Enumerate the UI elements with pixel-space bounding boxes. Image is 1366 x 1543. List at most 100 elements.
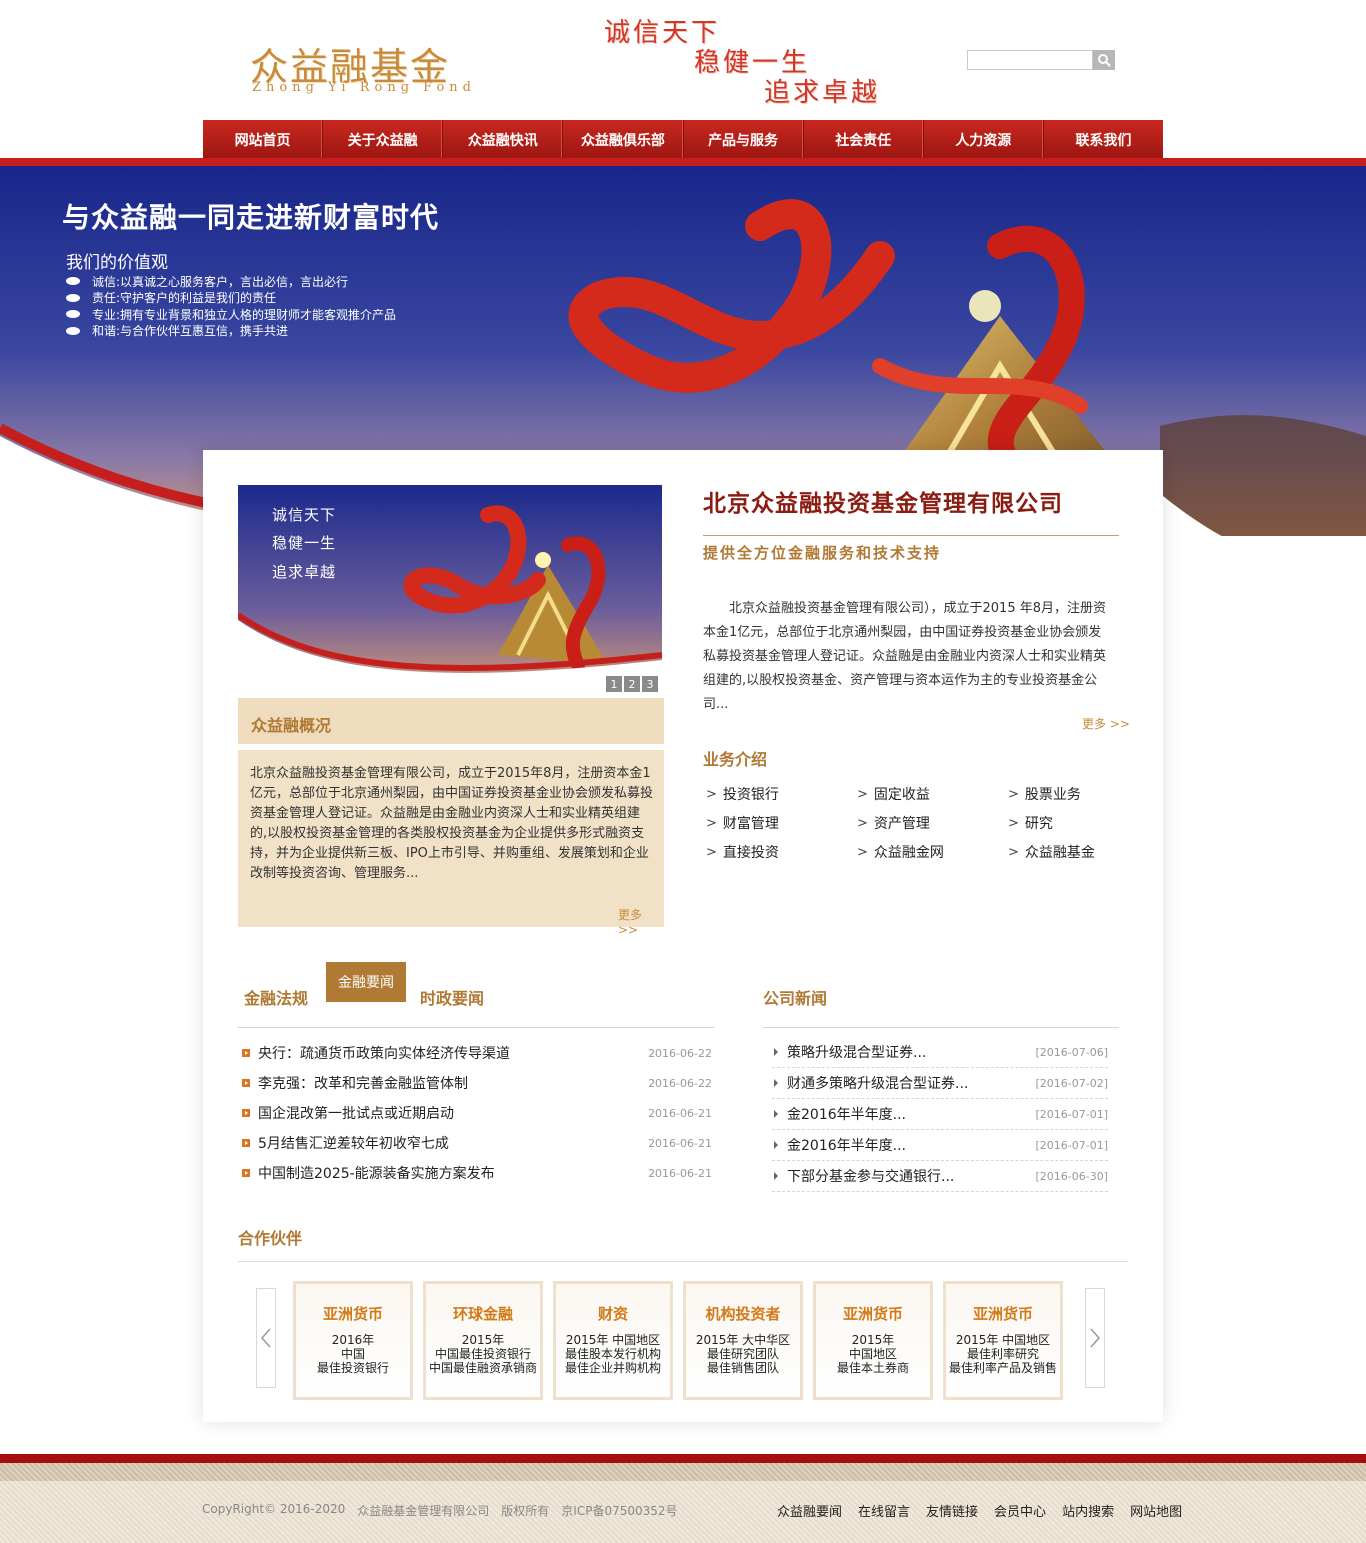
partner-card[interactable]: 机构投资者 2015年 大中华区 最佳研究团队 最佳销售团队 bbox=[683, 1281, 803, 1400]
business-item[interactable]: > 投资银行 bbox=[706, 784, 857, 804]
nav-home[interactable]: 网站首页 bbox=[203, 120, 324, 160]
nav-contact[interactable]: 联系我们 bbox=[1044, 120, 1163, 160]
chevron-right-icon: > bbox=[1008, 844, 1019, 860]
footer-link[interactable]: 众益融要闻 bbox=[777, 1501, 842, 1520]
company-more-link[interactable]: 更多 >> bbox=[1082, 715, 1130, 732]
partner-card[interactable]: 亚洲货币 2016年 中国 最佳投资银行 bbox=[293, 1281, 413, 1400]
partners-divider bbox=[238, 1261, 1128, 1262]
tab-financial-news[interactable]: 金融要闻 bbox=[326, 962, 406, 1002]
footer-link[interactable]: 会员中心 bbox=[994, 1501, 1046, 1520]
news-item[interactable]: 中国制造2025-能源装备实施方案发布 2016-06-21 bbox=[238, 1158, 716, 1188]
nav-about[interactable]: 关于众益融 bbox=[323, 120, 444, 160]
partner-line: 中国 bbox=[340, 1347, 365, 1361]
icp-number[interactable]: 京ICP备07500352号 bbox=[561, 1502, 677, 1519]
logo-subtitle: Zhong Yi Rong Fond bbox=[252, 80, 476, 95]
news-item[interactable]: 央行：疏通货币政策向实体经济传导渠道 2016-06-22 bbox=[238, 1038, 716, 1068]
partners-next-button[interactable] bbox=[1085, 1288, 1105, 1388]
triangle-right-icon bbox=[774, 1110, 778, 1118]
news-list: 央行：疏通货币政策向实体经济传导渠道 2016-06-22 李克强：改革和完善金融… bbox=[238, 1038, 716, 1188]
tab-financial-regulations[interactable]: 金融法规 bbox=[244, 985, 308, 1009]
business-item[interactable]: > 众益融基金 bbox=[1008, 842, 1116, 862]
business-label: 股票业务 bbox=[1024, 787, 1081, 803]
news-date: 2016-06-21 bbox=[648, 1136, 712, 1150]
company-news-item[interactable]: 策略升级混合型证券... [2016-07-06] bbox=[772, 1037, 1108, 1068]
company-news-item[interactable]: 金2016年半年度... [2016-07-01] bbox=[772, 1099, 1108, 1130]
partner-line: 中国最佳融资承销商 bbox=[428, 1361, 537, 1375]
footer-link[interactable]: 在线留言 bbox=[858, 1501, 910, 1520]
values-list: 诚信:以真诚之心服务客户，言出必信，言出必行 责任:守护客户的利益是我们的责任 … bbox=[66, 273, 396, 339]
chevron-right-icon: > bbox=[1008, 815, 1019, 831]
chevron-right-icon: > bbox=[857, 815, 868, 831]
company-news-date: [2016-07-02] bbox=[1035, 1076, 1108, 1090]
news-item[interactable]: 5月结售汇逆差较年初收窄七成 2016-06-21 bbox=[238, 1128, 716, 1158]
news-title: 央行：疏通货币政策向实体经济传导渠道 bbox=[258, 1046, 510, 1062]
footer-links: 众益融要闻 在线留言 友情链接 会员中心 站内搜索 网站地图 bbox=[777, 1501, 1182, 1520]
slider-page-3[interactable]: 3 bbox=[642, 676, 658, 692]
news-item[interactable]: 国企混改第一批试点或近期启动 2016-06-21 bbox=[238, 1098, 716, 1128]
slider-pager: 1 2 3 bbox=[606, 676, 658, 692]
business-item[interactable]: > 固定收益 bbox=[857, 784, 1008, 804]
news-date: 2016-06-22 bbox=[648, 1076, 712, 1090]
news-title: 国企混改第一批试点或近期启动 bbox=[258, 1106, 454, 1122]
partner-name: 机构投资者 bbox=[705, 1305, 781, 1323]
partner-line: 最佳利率产品及销售 bbox=[948, 1361, 1057, 1375]
nav-hr[interactable]: 人力资源 bbox=[924, 120, 1044, 160]
business-item[interactable]: > 资产管理 bbox=[857, 813, 1008, 833]
news-date: 2016-06-21 bbox=[648, 1106, 712, 1120]
slider-page-2[interactable]: 2 bbox=[624, 676, 640, 692]
business-item[interactable]: > 财富管理 bbox=[706, 813, 857, 833]
copyright-text: CopyRight© 2016-2020 bbox=[202, 1502, 346, 1516]
company-news-text: 金2016年半年度... bbox=[787, 1107, 906, 1123]
partner-line: 2015年 bbox=[461, 1333, 505, 1347]
tab-political-news[interactable]: 时政要闻 bbox=[420, 985, 484, 1009]
business-item[interactable]: > 众益融金网 bbox=[857, 842, 1008, 862]
partner-line: 中国地区 bbox=[848, 1347, 897, 1361]
business-item[interactable]: > 研究 bbox=[1008, 813, 1116, 833]
bullet-icon bbox=[66, 310, 80, 319]
partners-prev-button[interactable] bbox=[256, 1288, 276, 1388]
nav-products[interactable]: 产品与服务 bbox=[684, 120, 804, 160]
footer-stripe bbox=[0, 1463, 1366, 1481]
nav-social[interactable]: 社会责任 bbox=[804, 120, 924, 160]
business-label: 投资银行 bbox=[722, 787, 779, 803]
company-news-item[interactable]: 金2016年半年度... [2016-07-01] bbox=[772, 1130, 1108, 1161]
overview-more-link[interactable]: 更多 >> bbox=[618, 906, 664, 937]
partner-card[interactable]: 财资 2015年 中国地区 最佳股本发行机构 最佳企业并购机构 bbox=[553, 1281, 673, 1400]
overview-header: 众益融概况 bbox=[238, 698, 664, 746]
company-news-item[interactable]: 财通多策略升级混合型证券... [2016-07-02] bbox=[772, 1068, 1108, 1099]
arrow-icon bbox=[242, 1079, 250, 1087]
partner-line: 2016年 bbox=[331, 1333, 375, 1347]
company-title: 北京众益融投资基金管理有限公司 bbox=[703, 490, 1063, 517]
copyright-company: 众益融基金管理有限公司 bbox=[357, 1504, 490, 1518]
business-item[interactable]: > 直接投资 bbox=[706, 842, 857, 862]
partners-title: 合作伙伴 bbox=[238, 1229, 303, 1248]
slider-caption-2: 稳健一生 bbox=[272, 534, 337, 552]
news-item[interactable]: 李克强：改革和完善金融监管体制 2016-06-22 bbox=[238, 1068, 716, 1098]
partner-card[interactable]: 环球金融 2015年 中国最佳投资银行 中国最佳融资承销商 bbox=[423, 1281, 543, 1400]
chevron-right-icon bbox=[1090, 1328, 1100, 1348]
company-news-item[interactable]: 下部分基金参与交通银行... [2016-06-30] bbox=[772, 1161, 1108, 1192]
partner-line: 最佳投资银行 bbox=[316, 1361, 389, 1375]
nav-club[interactable]: 众益融俱乐部 bbox=[563, 120, 684, 160]
partner-card[interactable]: 亚洲货币 2015年 中国地区 最佳本土券商 bbox=[813, 1281, 933, 1400]
nav-news-flash[interactable]: 众益融快讯 bbox=[443, 120, 564, 160]
value-item: 诚信:以真诚之心服务客户，言出必信，言出必行 bbox=[66, 273, 396, 290]
company-news-text: 策略升级混合型证券... bbox=[787, 1045, 927, 1061]
company-news-title: 公司新闻 bbox=[763, 989, 828, 1008]
slider-caption-3: 追求卓越 bbox=[272, 563, 337, 581]
footer-link[interactable]: 站内搜索 bbox=[1062, 1501, 1114, 1520]
slider-page-1[interactable]: 1 bbox=[606, 676, 622, 692]
value-item: 和谐:与合作伙伴互惠互信，携手共进 bbox=[66, 323, 396, 340]
search-button[interactable] bbox=[1093, 50, 1115, 70]
footer-link[interactable]: 网站地图 bbox=[1130, 1501, 1182, 1520]
footer-link[interactable]: 友情链接 bbox=[926, 1501, 978, 1520]
partner-name: 亚洲货币 bbox=[842, 1305, 903, 1323]
company-news-date: [2016-07-01] bbox=[1035, 1107, 1108, 1121]
partner-name: 亚洲货币 bbox=[322, 1305, 383, 1323]
partner-card[interactable]: 亚洲货币 2015年 中国地区 最佳利率研究 最佳利率产品及销售 bbox=[943, 1281, 1063, 1400]
partner-line: 2015年 中国地区 bbox=[955, 1333, 1051, 1347]
search-input[interactable] bbox=[967, 50, 1093, 70]
value-text: 诚信:以真诚之心服务客户，言出必信，言出必行 bbox=[92, 274, 349, 289]
business-item[interactable]: > 股票业务 bbox=[1008, 784, 1116, 804]
copyright-rights: 版权所有 bbox=[501, 1504, 550, 1518]
